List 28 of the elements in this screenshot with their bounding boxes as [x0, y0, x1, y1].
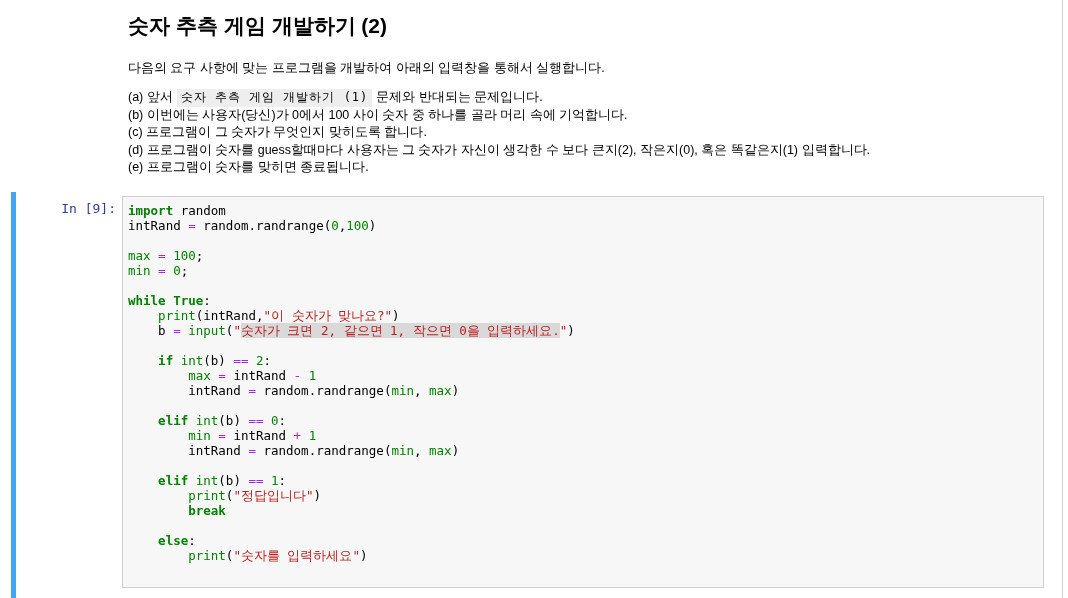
code-line: import random — [128, 202, 227, 218]
code-line: intRand = random.randrange(0,100) — [128, 217, 378, 233]
code-line: min = 0; — [128, 262, 190, 278]
code-line: intRand = random.randrange(min, max) — [187, 442, 461, 458]
code-line: print("정답입니다") — [187, 487, 322, 503]
code-line: elif int(b) == 1: — [157, 472, 288, 488]
code-line: intRand = random.randrange(min, max) — [187, 382, 461, 398]
requirement-text: (c) 프로그램이 그 숫자가 무엇인지 맞히도록 합니다. — [128, 124, 427, 141]
requirement-text: (b) 이번에는 사용자(당신)가 0에서 100 사이 숫자 중 하나를 골라 머리 속에 기억합니다. — [128, 106, 628, 124]
code-line: else: — [157, 532, 197, 548]
code-line: while True: — [128, 292, 212, 308]
code-line: min = intRand + 1 — [187, 427, 318, 443]
code-line: max = 100; — [128, 247, 205, 263]
code-line: elif int(b) == 0: — [157, 412, 288, 428]
code-line: print(intRand,"이 숫자가 맞나요?") — [157, 307, 401, 323]
page-title: 숫자 추측 게임 개발하기 (2) — [128, 13, 388, 39]
code-line: break — [187, 502, 227, 518]
requirement-text: (a) 앞서 — [128, 89, 173, 106]
code-line: print("숫자를 입력하세요") — [187, 547, 369, 563]
requirement-text: 문제와 반대되는 문제입니다. — [376, 89, 543, 106]
cell-prompt: In [9]: — [60, 199, 117, 218]
intro-text: 다음의 요구 사항에 맞는 프로그램을 개발하여 아래의 입력창을 통해서 실행합니다. — [128, 60, 606, 77]
requirement-text: (d) 프로그램이 숫자를 guess할때마다 사용자는 그 숫자가 자신이 생각한 수 보다 큰지(2), 작은지(0), 혹은 똑같은지(1) 입력합니다. — [128, 141, 870, 159]
inline-code: 숫자 추측 게임 개발하기 (1) — [176, 89, 373, 107]
code-input[interactable] — [122, 195, 1044, 588]
code-line: if int(b) == 2: — [157, 352, 273, 368]
code-line: max = intRand - 1 — [187, 367, 318, 383]
requirement-text: (e) 프로그램이 숫자를 맞히면 종료됩니다. — [128, 159, 369, 176]
